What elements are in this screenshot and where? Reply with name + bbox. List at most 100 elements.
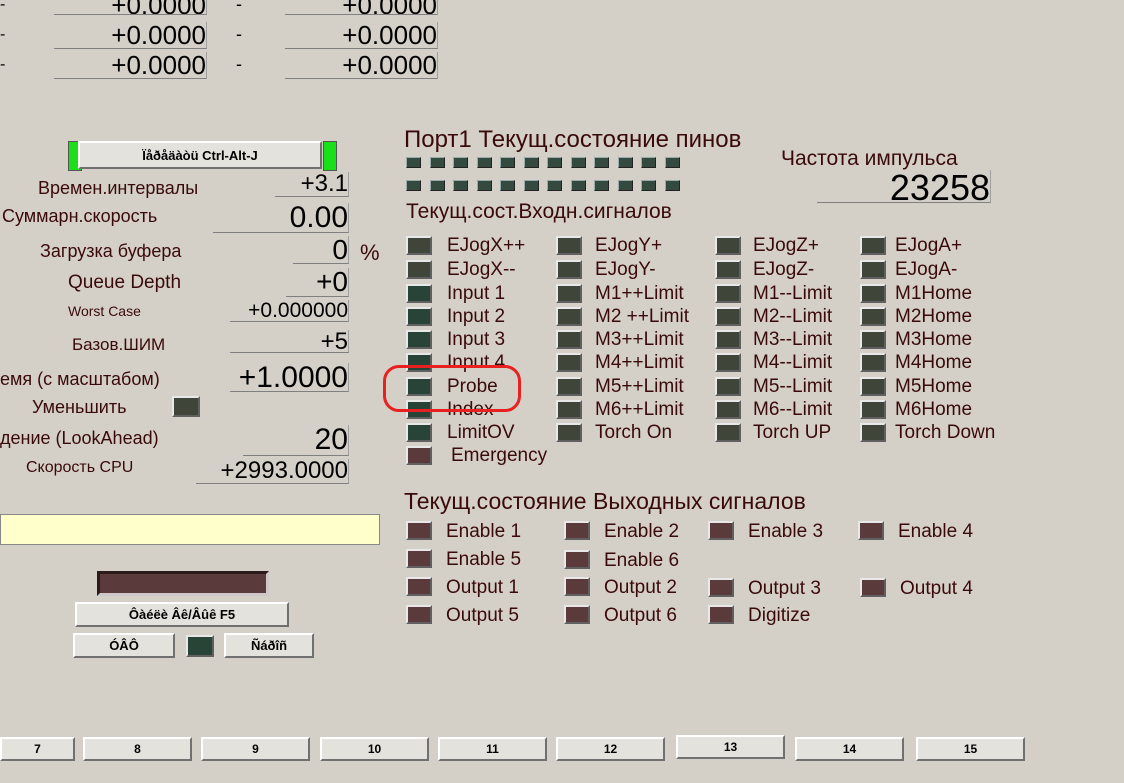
time-scale-value: +1.0000: [230, 363, 349, 392]
input-signal-label: Input 3: [447, 329, 506, 350]
time-intervals-label: Времен.интервалы: [38, 178, 199, 198]
input-led: [406, 236, 432, 255]
worst-case-value: +0.000000: [230, 300, 349, 322]
input-led: [860, 330, 886, 349]
input-signal-label: M3--Limit: [753, 329, 833, 350]
input-signal-label: M5++Limit: [595, 376, 684, 397]
input-led: [860, 353, 886, 372]
status-led-right: [323, 141, 337, 171]
input-led: [860, 377, 886, 396]
inputs-title: Текущ.сост.Входн.сигналов: [406, 200, 672, 223]
input-signal-label: EJogA-: [895, 259, 958, 280]
input-signal-label: M4++Limit: [595, 352, 684, 373]
dro-value: +0.0000: [285, 22, 438, 49]
input-led: [715, 236, 741, 255]
output-signal-label: Enable 5: [446, 549, 522, 570]
reduce-led-button[interactable]: [172, 396, 200, 417]
tab-11[interactable]: 11: [438, 737, 547, 761]
input-led: [715, 307, 741, 326]
tab-12[interactable]: 12: [556, 737, 665, 761]
tab-9[interactable]: 9: [201, 737, 310, 761]
output-signal-label: Digitize: [748, 605, 811, 626]
input-signal-label: M2--Limit: [753, 306, 833, 327]
input-signal-label: EJogY+: [595, 235, 663, 256]
input-led: [556, 400, 582, 419]
pin-led: [617, 157, 633, 168]
base-pwm-value: +5: [230, 330, 349, 353]
input-signal-label: M3++Limit: [595, 329, 684, 350]
pin-led: [453, 157, 468, 168]
range-dash: -: [236, 24, 242, 44]
dro-value: +0.0000: [54, 0, 207, 15]
highlight-ellipse: [383, 365, 521, 412]
pin-led: [664, 180, 680, 191]
reset-button[interactable]: Ñáðîñ: [224, 633, 314, 658]
load-files-f5-button[interactable]: Ôàéëè Âê/Âûê F5: [75, 602, 289, 627]
output-led: [406, 549, 432, 568]
output-signal-label: Output 5: [446, 605, 519, 626]
output-led: [860, 578, 886, 597]
input-signal-label: M6Home: [895, 399, 973, 420]
input-led: [860, 284, 886, 303]
input-led: [715, 353, 741, 372]
pin-led: [547, 180, 562, 191]
buffer-load-label: Загрузка буфера: [40, 241, 182, 261]
output-signal-label: Enable 4: [898, 521, 974, 542]
send-ctrl-alt-j-button[interactable]: Ïåðåäàòü Ctrl-Alt-J: [78, 141, 322, 169]
output-led: [564, 577, 590, 596]
pin-led: [570, 180, 586, 191]
output-led: [858, 521, 884, 540]
set-button[interactable]: ÓÂÔ: [73, 633, 175, 658]
input-led: [556, 377, 582, 396]
cpu-speed-label: Скорость CPU: [26, 459, 134, 476]
input-signal-label: M5--Limit: [753, 376, 833, 397]
tab-8[interactable]: 8: [83, 737, 192, 761]
output-led: [564, 550, 590, 569]
input-signal-label: M6--Limit: [753, 399, 833, 420]
tab-15[interactable]: 15: [916, 737, 1025, 761]
indicator-led: [186, 635, 214, 657]
output-signal-label: Enable 3: [748, 521, 824, 542]
pin-led: [406, 157, 421, 168]
input-led: [860, 307, 886, 326]
pin-led: [570, 157, 586, 168]
pin-led: [641, 157, 656, 168]
row-marker: -: [0, 26, 6, 43]
lookahead-value: 20: [243, 425, 349, 456]
pin-led: [547, 157, 562, 168]
output-led: [708, 521, 734, 540]
pulse-frequency-value: 23258: [817, 170, 991, 203]
pin-led: [476, 180, 492, 191]
pin-led: [476, 157, 492, 168]
input-signal-label: EJogX--: [447, 259, 516, 280]
input-signal-label: Input 1: [447, 283, 506, 304]
dro-value: +0.0000: [54, 22, 207, 49]
pin-led: [500, 180, 515, 191]
output-led: [406, 521, 432, 540]
progress-bar: [97, 571, 269, 596]
dro-value: +0.0000: [285, 0, 438, 15]
buffer-load-unit: %: [360, 240, 380, 265]
input-led: [715, 284, 741, 303]
output-signal-label: Enable 6: [604, 550, 680, 571]
tab-10[interactable]: 10: [320, 737, 429, 761]
queue-depth-label: Queue Depth: [68, 272, 182, 293]
input-signal-label: M4Home: [895, 352, 973, 373]
reduce-label: Уменьшить: [32, 397, 127, 417]
tab-13[interactable]: 13: [676, 735, 785, 759]
output-led: [564, 521, 590, 540]
pin-led: [664, 157, 680, 168]
tab-7[interactable]: 7: [0, 737, 75, 761]
lookahead-label: дение (LookAhead): [0, 428, 159, 448]
input-signal-label: M5Home: [895, 376, 973, 397]
input-signal-label: M1--Limit: [753, 283, 833, 304]
row-marker: -: [0, 0, 6, 13]
input-led: [860, 400, 886, 419]
buffer-load-value: 0: [293, 236, 349, 264]
status-line-input[interactable]: [0, 514, 380, 545]
input-signal-label: Torch Down: [895, 422, 996, 443]
queue-depth-value: +0: [286, 268, 349, 297]
dro-value: +0.0000: [54, 52, 207, 79]
total-speed-value: 0.00: [213, 203, 349, 233]
tab-14[interactable]: 14: [795, 737, 904, 761]
